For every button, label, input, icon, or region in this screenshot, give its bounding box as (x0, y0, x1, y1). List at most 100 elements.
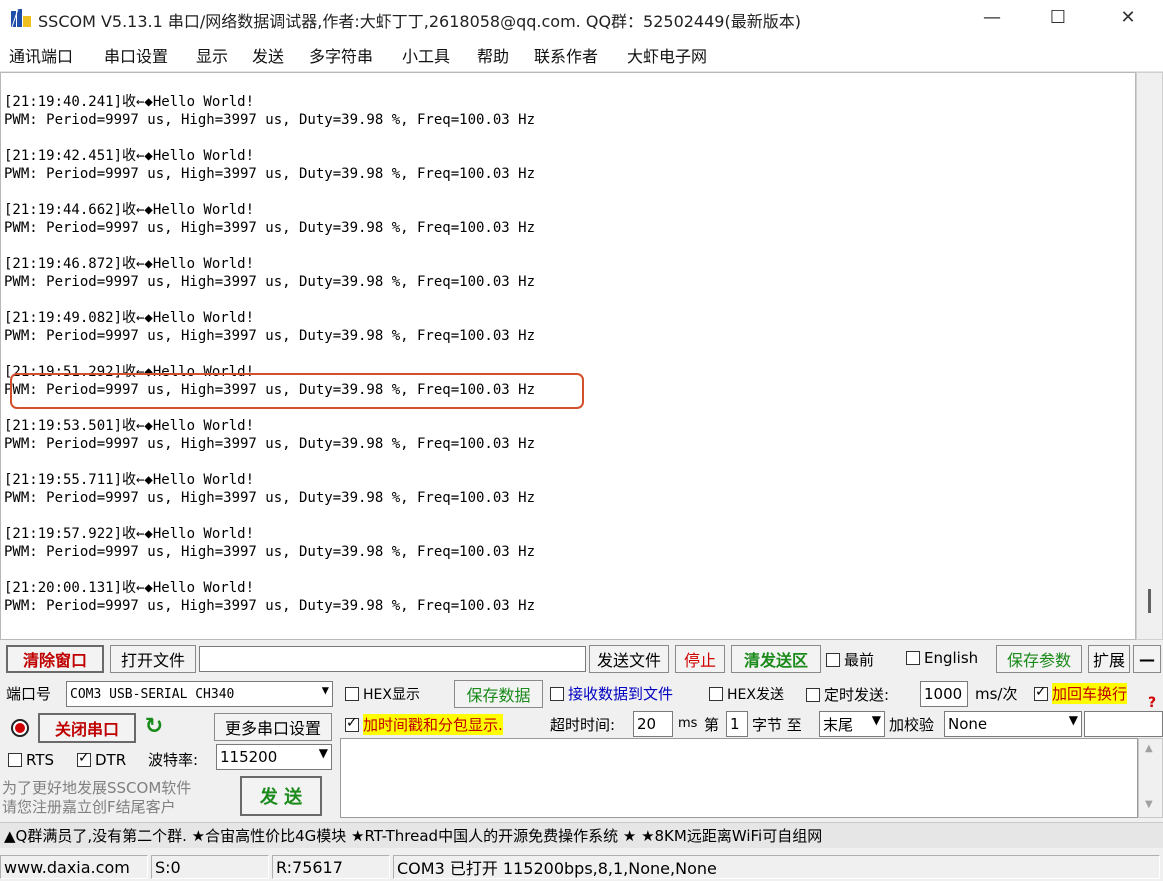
recv-data-line: PWM: Period=9997 us, High=3997 us, Duty=… (4, 436, 536, 452)
send-file-button[interactable]: 发送文件 (589, 645, 669, 673)
recv-timestamp-line: [21:19:42.451]收←◆Hello World! (4, 148, 255, 164)
maximize-button[interactable]: ☐ (1034, 0, 1082, 34)
topmost-label: 最前 (844, 651, 875, 669)
hex-send-checkbox[interactable]: HEX发送 (709, 684, 784, 704)
chevron-down-icon: ▼ (318, 746, 328, 760)
timestamp-check-box[interactable] (345, 715, 359, 732)
hex-display-checkbox[interactable]: HEX显示 (345, 684, 420, 704)
timeout-unit-label: ms (678, 716, 698, 731)
recv-data-line: PWM: Period=9997 us, High=3997 us, Duty=… (4, 490, 536, 506)
rts-check-box[interactable] (8, 753, 22, 767)
rts-label: RTS (26, 751, 55, 769)
topmost-checkbox[interactable]: 最前 (826, 649, 874, 670)
status-website[interactable]: www.daxia.com (0, 855, 148, 879)
send-scrollbar[interactable]: ▲ ▼ (1138, 738, 1163, 818)
byte-end-select[interactable]: 末尾 ▼ (819, 711, 885, 737)
receive-scrollbar[interactable] (1136, 72, 1163, 640)
more-serial-settings-button[interactable]: 更多串口设置 (214, 713, 332, 741)
menu-serial-settings[interactable]: 串口设置 (104, 43, 168, 67)
english-label: English (924, 649, 979, 667)
receive-text-area[interactable]: [21:19:40.241]收←◆Hello World! PWM: Perio… (0, 72, 1136, 640)
expand-button[interactable]: 扩展 (1088, 645, 1130, 673)
english-checkbox[interactable]: English (906, 649, 978, 667)
recv-timestamp-line: [21:20:00.131]收←◆Hello World! (4, 580, 255, 596)
send-text-area[interactable] (340, 738, 1138, 818)
append-crlf-check-box[interactable] (1034, 684, 1048, 701)
refresh-icon[interactable]: ↻ (141, 714, 167, 742)
timed-send-checkbox[interactable]: 定时发送: (806, 684, 889, 705)
hex-send-check-box[interactable] (709, 687, 723, 701)
timestamp-checkbox[interactable]: 加时间戳和分包显示. (345, 714, 503, 735)
recv-data-line: PWM: Period=9997 us, High=3997 us, Duty=… (4, 112, 536, 128)
menu-display[interactable]: 显示 (196, 43, 228, 67)
recv-timestamp-line: [21:19:57.922]收←◆Hello World! (4, 526, 255, 542)
dtr-checkbox[interactable]: DTR (77, 750, 126, 769)
recv-data-line: PWM: Period=9997 us, High=3997 us, Duty=… (4, 544, 536, 560)
save-data-button[interactable]: 保存数据 (454, 680, 543, 708)
byte-end-value: 末尾 (823, 715, 854, 734)
status-sent-count: S:0 (151, 855, 269, 879)
menu-help[interactable]: 帮助 (477, 43, 509, 67)
scroll-up-icon[interactable]: ▲ (1145, 743, 1153, 754)
recv-to-file-check-box[interactable] (550, 686, 564, 701)
timeout-label: 超时时间: (550, 716, 616, 734)
scrollbar-thumb[interactable] (1148, 589, 1151, 613)
baud-select-value: 115200 (220, 748, 278, 766)
register-promo-text[interactable]: 为了更好地发展SSCOM软件 请您注册嘉立创F结尾客户 (2, 779, 234, 817)
recv-timestamp-line: [21:19:40.241]收←◆Hello World! (4, 94, 255, 110)
menu-send[interactable]: 发送 (252, 43, 284, 67)
menu-daxia-website[interactable]: 大虾电子网 (627, 43, 707, 67)
rts-checkbox[interactable]: RTS (8, 751, 54, 769)
stop-button[interactable]: 停止 (675, 645, 725, 673)
news-ticker[interactable]: ▲Q群满员了,没有第二个群. ★合宙高性价比4G模块 ★RT-Thread中国人… (0, 822, 1163, 848)
dtr-check-box[interactable] (77, 750, 91, 767)
checksum-value: None (948, 715, 988, 733)
timed-send-label: 定时发送: (824, 686, 890, 704)
minimize-button[interactable]: — (968, 0, 1016, 34)
recv-timestamp-line: [21:19:44.662]收←◆Hello World! (4, 202, 255, 218)
open-file-button[interactable]: 打开文件 (110, 645, 196, 673)
append-crlf-checkbox[interactable]: 加回车换行 (1034, 683, 1128, 704)
file-path-input[interactable] (199, 646, 586, 672)
timeout-input[interactable]: 20 (633, 711, 673, 737)
clear-window-button[interactable]: 清除窗口 (6, 645, 104, 673)
baud-select[interactable]: 115200 ▼ (216, 744, 332, 770)
byte-to-label: 字节 至 (752, 716, 802, 734)
timed-send-check-box[interactable] (806, 687, 820, 702)
port-panel: 端口号 COM3 USB-SERIAL CH340 ▼ 关闭串口 ↻ 更多串口设… (0, 678, 337, 820)
scroll-down-icon[interactable]: ▼ (1145, 799, 1153, 810)
title-bar: SSCOM V5.13.1 串口/网络数据调试器,作者:大虾丁丁,2618058… (0, 0, 1163, 36)
app-logo-icon (11, 8, 31, 28)
recv-timestamp-line: [21:19:53.501]收←◆Hello World! (4, 418, 255, 434)
checksum-select[interactable]: None ▼ (944, 711, 1082, 737)
status-bar: www.daxia.com S:0 R:75617 COM3 已打开 11520… (0, 852, 1163, 881)
port-select[interactable]: COM3 USB-SERIAL CH340 ▼ (66, 681, 333, 707)
help-icon[interactable]: ? (1148, 695, 1156, 711)
menu-contact-author[interactable]: 联系作者 (534, 43, 598, 67)
close-button[interactable]: ✕ (1104, 0, 1152, 34)
clear-send-area-button[interactable]: 清发送区 (731, 645, 821, 673)
recv-to-file-checkbox[interactable]: 接收数据到文件 (550, 683, 673, 704)
send-interval-input[interactable]: 1000 (920, 681, 968, 707)
status-received-count: R:75617 (272, 855, 390, 879)
send-button[interactable]: 发 送 (240, 776, 322, 816)
topmost-check-box[interactable] (826, 652, 840, 667)
save-params-button[interactable]: 保存参数 (996, 645, 1082, 673)
extra-input[interactable] (1084, 711, 1163, 737)
menu-multi-string[interactable]: 多字符串 (309, 43, 373, 67)
menu-bar: 通讯端口 串口设置 显示 发送 多字符串 小工具 帮助 联系作者 大虾电子网 (0, 36, 1163, 72)
chevron-down-icon: ▼ (1068, 713, 1078, 727)
hex-display-check-box[interactable] (345, 687, 359, 701)
byte-index-input[interactable]: 1 (726, 711, 748, 737)
close-port-button[interactable]: 关闭串口 (38, 713, 136, 743)
recv-data-line: PWM: Period=9997 us, High=3997 us, Duty=… (4, 274, 536, 290)
checksum-label: 加校验 (889, 716, 935, 734)
recv-data-line: PWM: Period=9997 us, High=3997 us, Duty=… (4, 166, 536, 182)
interval-unit-label: ms/次 (975, 685, 1018, 703)
collapse-button[interactable]: — (1133, 645, 1161, 673)
english-check-box[interactable] (906, 651, 920, 665)
menu-comm-port[interactable]: 通讯端口 (9, 43, 73, 67)
chevron-down-icon: ▼ (871, 713, 881, 727)
menu-tools[interactable]: 小工具 (402, 43, 450, 67)
port-label: 端口号 (6, 685, 52, 703)
